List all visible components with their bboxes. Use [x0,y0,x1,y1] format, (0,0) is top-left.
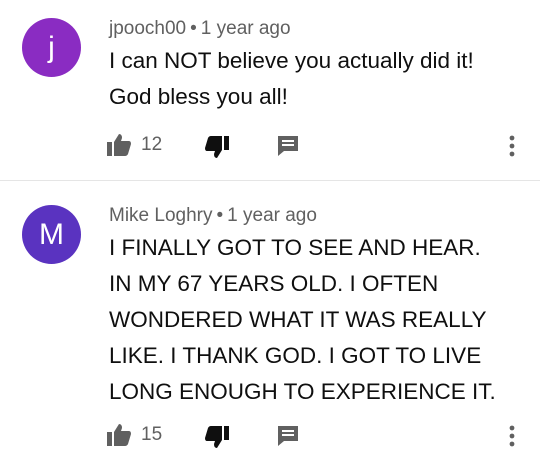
avatar-letter: M [39,217,64,251]
like-count: 12 [141,134,163,155]
meta-separator: • [216,205,224,226]
avatar[interactable]: M [22,205,81,264]
like-count: 15 [141,424,163,445]
avatar[interactable]: j [22,18,81,77]
comment-text-line: I can NOT believe you actually did it! [109,48,474,73]
comment-text: I FINALLY GOT TO SEE AND HEAR. IN MY 67 … [109,230,529,410]
comment-time[interactable]: 1 year ago [201,18,291,39]
comment-text-line: LIKE. I THANK GOD. I GOT TO LIVE [109,343,482,368]
thumbs-down-icon[interactable] [204,425,230,449]
comment-text-line: God bless you all! [109,84,288,109]
author-name[interactable]: Mike Loghry [109,205,213,226]
comment: j jpooch00 • 1 year ago I can NOT believe … [0,0,540,180]
more-vertical-icon[interactable] [508,424,516,448]
comment-time[interactable]: 1 year ago [227,205,317,226]
avatar-letter: j [48,30,55,64]
comment-text-line: LONG ENOUGH TO EXPERIENCE IT. [109,379,496,404]
thumbs-up-icon[interactable] [106,133,132,157]
comment-text-line: I FINALLY GOT TO SEE AND HEAR. [109,235,481,260]
comment-actions: 15 [106,420,526,450]
comment-text-line: WONDERED WHAT IT WAS REALLY [109,307,487,332]
comment: M Mike Loghry • 1 year ago I FINALLY GOT T… [0,180,540,471]
comment-text-line: IN MY 67 YEARS OLD. I OFTEN [109,271,439,296]
thumbs-down-icon[interactable] [204,135,230,159]
author-name[interactable]: jpooch00 [109,18,186,39]
reply-comment-icon[interactable] [276,424,300,448]
reply-comment-icon[interactable] [276,134,300,158]
thumbs-up-icon[interactable] [106,423,132,447]
meta-separator: • [190,18,197,39]
comment-meta: jpooch00 • 1 year ago [109,18,291,40]
comment-actions: 12 [106,130,526,160]
more-vertical-icon[interactable] [508,134,516,158]
comment-text: I can NOT believe you actually did it! G… [109,43,529,115]
comment-meta: Mike Loghry • 1 year ago [109,205,317,227]
